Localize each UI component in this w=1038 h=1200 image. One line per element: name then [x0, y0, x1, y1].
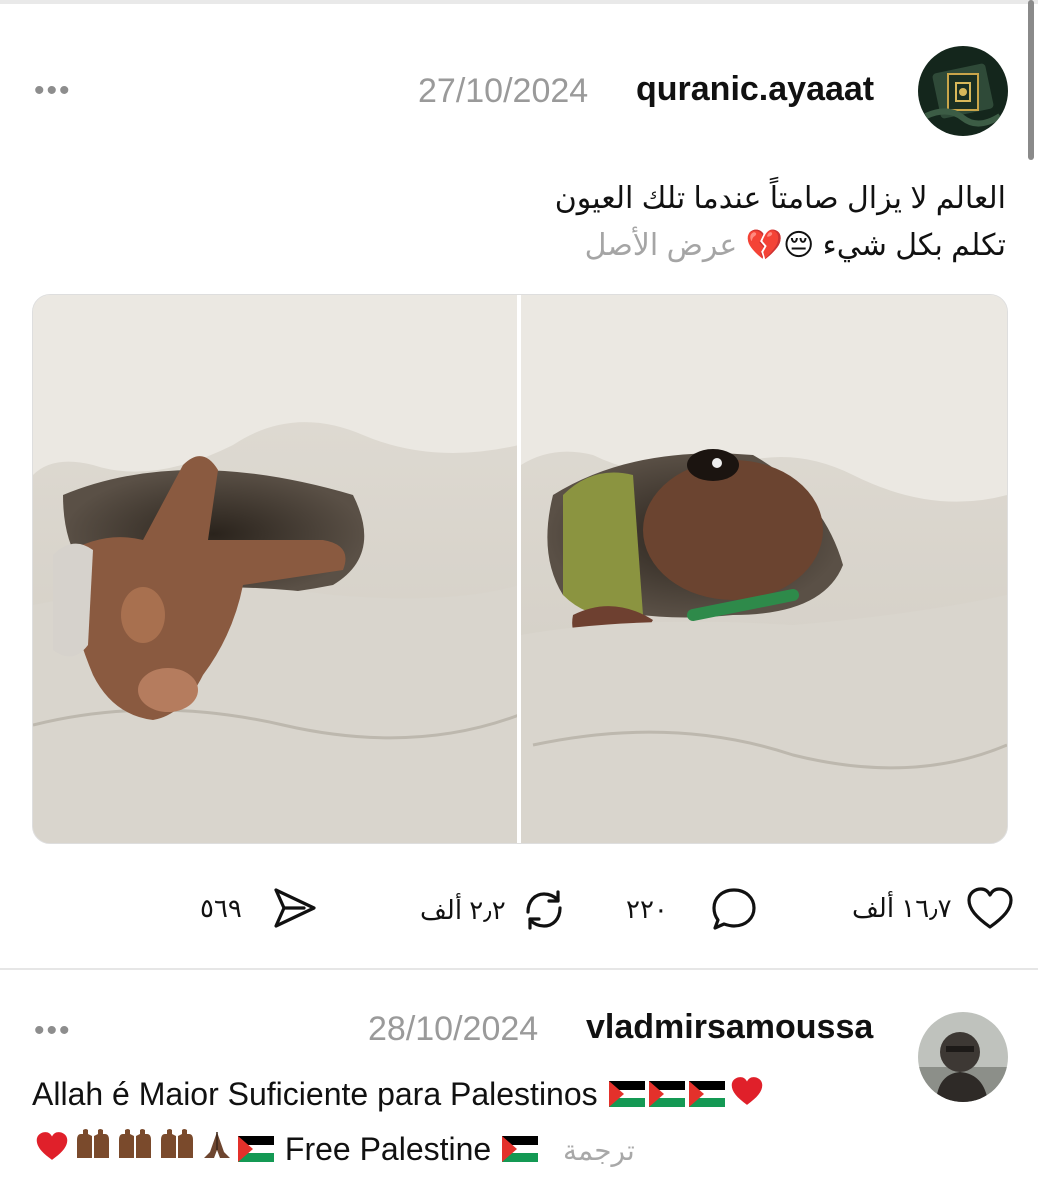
comment-line-2-text: Free Palestine	[284, 1130, 492, 1167]
folded-hands-icon	[200, 1125, 234, 1178]
post-username[interactable]: quranic.ayaaat	[636, 72, 874, 106]
left-photo-panel	[33, 295, 520, 843]
palms-up-icon	[116, 1125, 154, 1178]
top-separator	[0, 0, 1038, 4]
caption-text: تكلم بكل شيء	[822, 228, 1006, 262]
palms-up-icon	[158, 1125, 196, 1178]
more-options-button[interactable]: •••	[34, 76, 72, 106]
caption-line-1: العالم لا يزال صامتاً عندما تلك العيون	[554, 182, 1006, 215]
translate-link[interactable]: ترجمة	[563, 1135, 635, 1166]
repost-icon[interactable]	[520, 886, 568, 934]
post-divider	[0, 968, 1038, 970]
repost-action[interactable]: ٢٫٢ ألف	[420, 886, 568, 934]
like-action[interactable]: ١٦٫٧ ألف	[852, 886, 1014, 930]
comment-date: 28/10/2024	[368, 1010, 539, 1048]
palms-up-icon	[74, 1125, 112, 1178]
caption-line-2: تكلم بكل شيء 😔💔 عرض الأصل	[206, 223, 1006, 270]
like-count: ١٦٫٧ ألف	[852, 892, 952, 923]
palestine-flag-icon	[502, 1125, 539, 1178]
comment-count: ٢٢٠	[626, 893, 668, 924]
scrollbar[interactable]	[1028, 0, 1034, 160]
comment-bubble-icon[interactable]	[710, 886, 758, 932]
palestine-flag-icon	[688, 1070, 725, 1123]
post-caption: العالم لا يزال صامتاً عندما تلك العيون ت…	[206, 176, 1006, 269]
post-actions: ١٦٫٧ ألف ٢٢٠ ٢٫٢ ألف ٥٦٩	[0, 880, 1038, 930]
palestine-flag-icon	[238, 1125, 274, 1178]
comment-text: Allah é Maior Suficiente para Palestinos…	[32, 1068, 912, 1178]
repost-count: ٢٫٢ ألف	[420, 894, 506, 925]
send-icon[interactable]	[270, 886, 318, 930]
comment-avatar[interactable]	[918, 1012, 1008, 1102]
post-avatar[interactable]	[918, 46, 1008, 136]
share-count: ٥٦٩	[200, 892, 242, 923]
red-heart-icon	[34, 1125, 70, 1178]
heart-icon[interactable]	[966, 886, 1014, 930]
comment-line-1: Allah é Maior Suficiente para Palestinos	[32, 1068, 912, 1123]
right-photo-panel	[521, 295, 1007, 843]
caption-emoji: 😔💔	[745, 228, 815, 262]
share-action[interactable]: ٥٦٩	[200, 886, 318, 930]
comment-username[interactable]: vladmirsamoussa	[586, 1010, 873, 1044]
palestine-flag-icon	[648, 1070, 685, 1123]
comment-line-2: Free Palestine ترجمة	[32, 1123, 912, 1178]
post-image[interactable]	[32, 294, 1008, 844]
comment-line-1-text: Allah é Maior Suficiente para Palestinos	[32, 1076, 598, 1112]
show-original-link[interactable]: عرض الأصل	[585, 229, 738, 262]
post-date: 27/10/2024	[418, 72, 589, 110]
red-heart-icon	[729, 1070, 765, 1123]
comment-action[interactable]: ٢٢٠	[626, 886, 758, 932]
palestine-flag-icon	[608, 1070, 645, 1123]
comment-more-options-button[interactable]: •••	[34, 1016, 72, 1046]
